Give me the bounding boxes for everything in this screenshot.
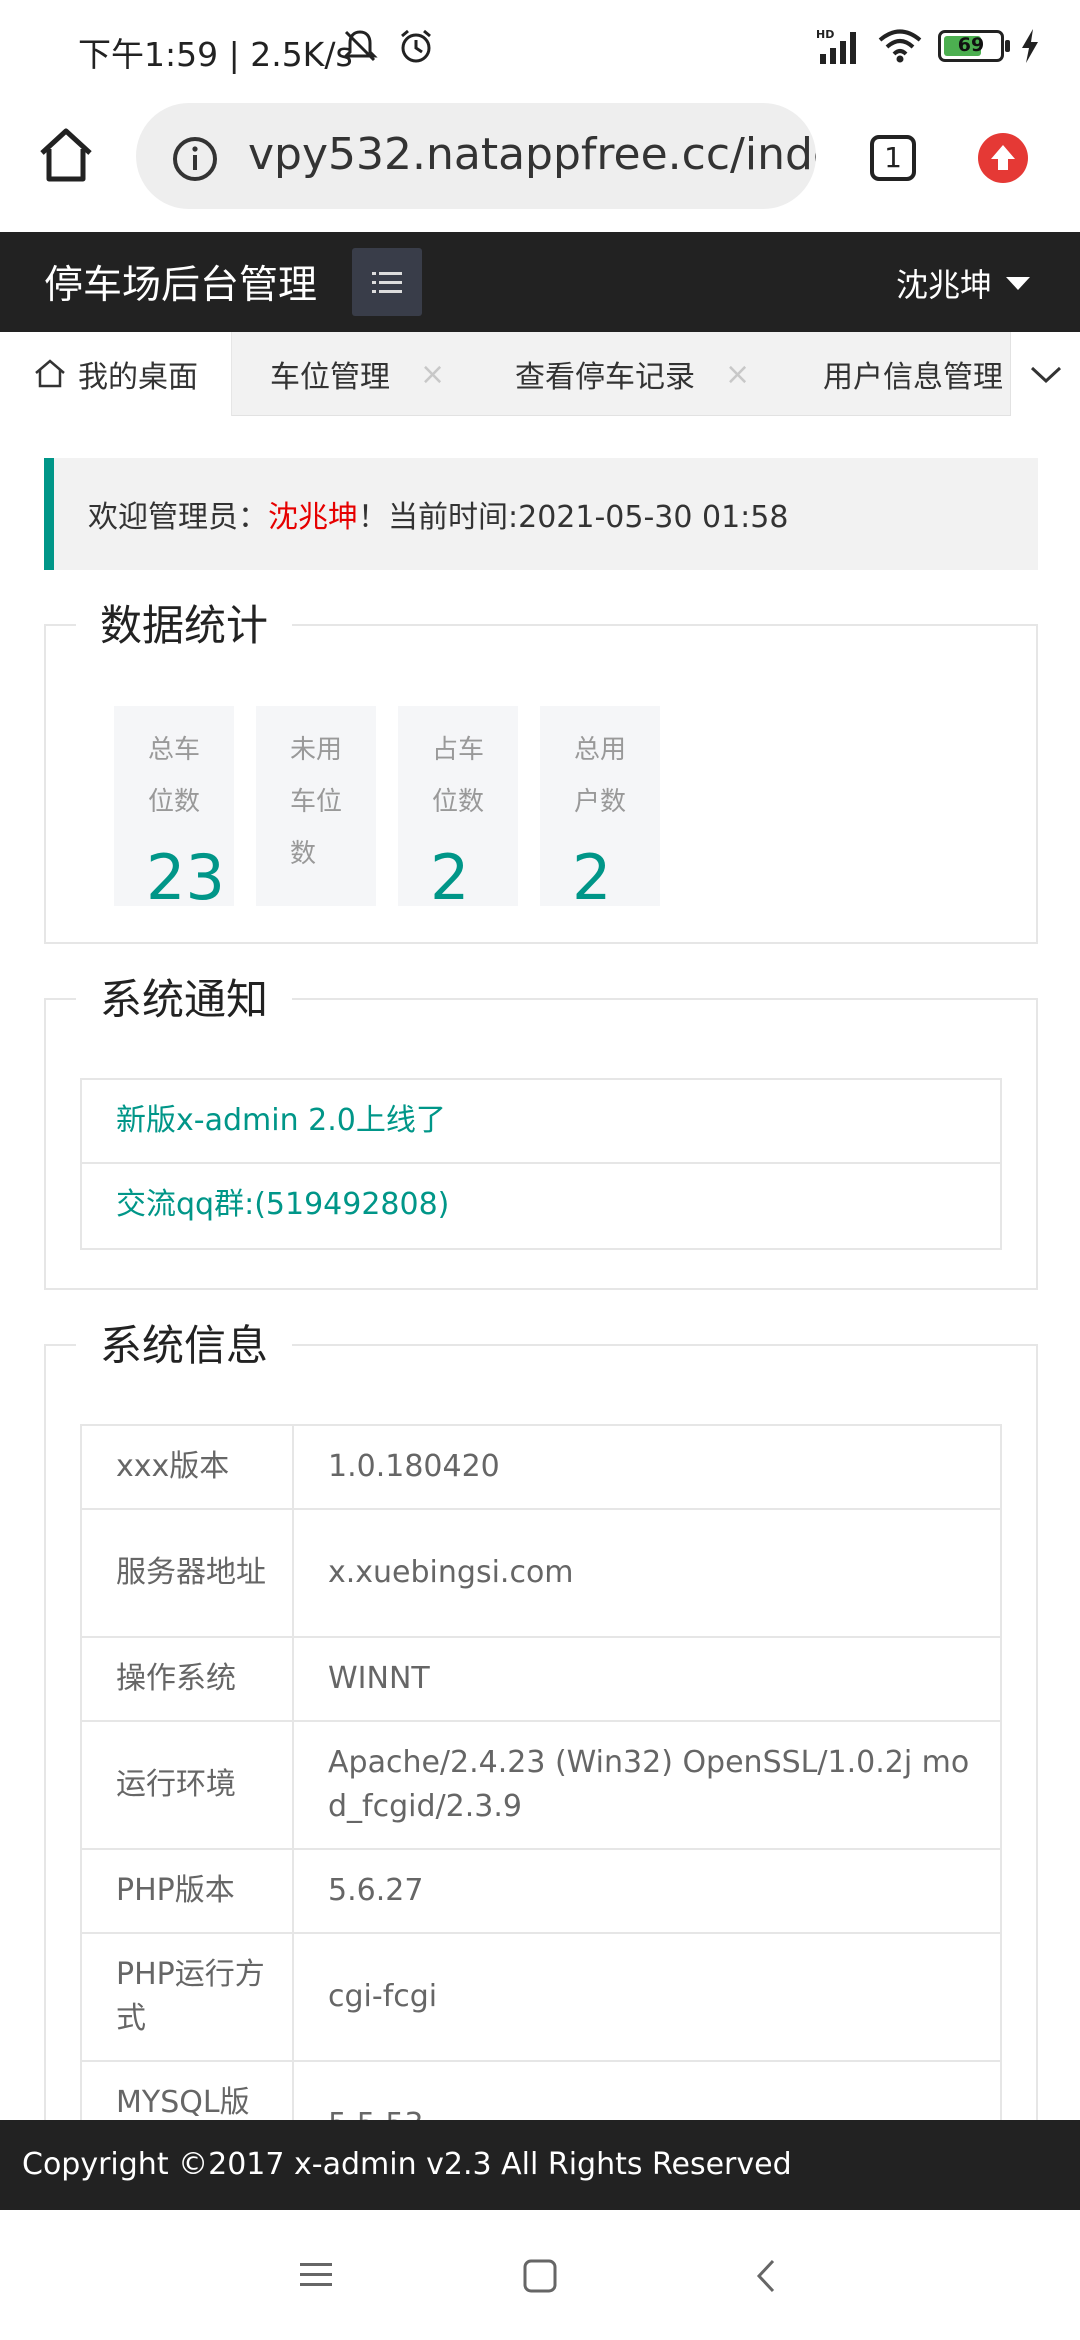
site-info-icon[interactable] [172, 136, 218, 182]
charging-icon [1022, 29, 1038, 63]
app-header: 停车场后台管理 沈兆坤 [0, 232, 1080, 332]
table-key: 服务器地址 [80, 1508, 294, 1638]
tab-switcher-button[interactable]: 1 [870, 135, 916, 181]
stat-label: 未用车位数 [290, 735, 343, 869]
tab-close-icon[interactable]: × [725, 357, 750, 392]
status-bar: 下午1:59 | 2.5K/s HD 69 [0, 0, 1080, 95]
battery-level: 69 [957, 34, 985, 56]
sysinfo-title: 系统信息 [76, 1314, 293, 1378]
table-key: xxx版本 [80, 1424, 294, 1510]
table-row: PHP运行方式 cgi-fcgi [80, 1932, 1002, 2062]
stat-label: 总用户数 [574, 735, 627, 817]
tab-label: 我的桌面 [78, 360, 198, 395]
sysinfo-table: xxx版本 1.0.180420 服务器地址 x.xuebingsi.com 操… [80, 1424, 1002, 2190]
table-value: 1.0.180420 [292, 1424, 1002, 1510]
welcome-admin-name: 沈兆坤 [268, 500, 358, 535]
table-value: Apache/2.4.23 (Win32) OpenSSL/1.0.2j mod… [292, 1720, 1002, 1850]
table-key: 操作系统 [80, 1636, 294, 1722]
stats-panel: 数据统计 总车位数 23 未用车位数 占车位数 2 总用户数 2 [44, 594, 1038, 944]
home-nav-icon[interactable] [522, 2258, 558, 2294]
table-row: 操作系统 WINNT [80, 1636, 1002, 1722]
svg-text:HD: HD [816, 28, 834, 41]
system-nav-bar [0, 2210, 1080, 2340]
stat-value: 2 [430, 841, 470, 914]
mute-icon [342, 30, 378, 62]
tab-desktop[interactable]: 我的桌面 [0, 332, 232, 416]
address-bar[interactable]: vpy532.natappfree.cc/index [136, 103, 816, 209]
battery-icon: 69 [938, 30, 1010, 62]
table-value: cgi-fcgi [292, 1932, 1002, 2062]
status-time: 下午1:59 | 2.5K/s [78, 35, 353, 74]
chevron-down-icon [1030, 366, 1061, 384]
user-name[interactable]: 沈兆坤 [896, 260, 992, 306]
signal-hd-icon: HD [816, 28, 856, 64]
tab-parking-records[interactable]: 查看停车记录 × [515, 332, 750, 416]
table-key: 运行环境 [80, 1720, 294, 1850]
tab-label: 车位管理 [270, 360, 390, 395]
wifi-icon [878, 29, 922, 63]
tab-bar: 我的桌面 车位管理 × 查看停车记录 × 用户信息管理 [0, 332, 1080, 416]
menu-list-icon [372, 272, 402, 293]
table-value: WINNT [292, 1636, 1002, 1722]
stat-total-users[interactable]: 总用户数 2 [540, 706, 660, 914]
table-row: PHP版本 5.6.27 [80, 1848, 1002, 1934]
notice-title: 系统通知 [76, 968, 293, 1032]
notice-list: 新版x-admin 2.0上线了 交流qq群:(519492808) [80, 1078, 1002, 1250]
tab-user-info[interactable]: 用户信息管理 [823, 332, 1003, 416]
sysinfo-panel: 系统信息 xxx版本 1.0.180420 服务器地址 x.xuebingsi.… [44, 1314, 1038, 2204]
table-row: xxx版本 1.0.180420 [80, 1424, 1002, 1510]
tab-parking-space[interactable]: 车位管理 × [270, 332, 445, 416]
table-key: PHP运行方式 [80, 1932, 294, 2062]
notice-link[interactable]: 交流qq群:(519492808) [82, 1164, 1000, 1248]
notice-panel: 系统通知 新版x-admin 2.0上线了 交流qq群:(519492808) [44, 968, 1038, 1290]
stats-title: 数据统计 [76, 594, 293, 658]
recent-apps-icon[interactable] [298, 2260, 334, 2290]
app-logo[interactable]: 停车场后台管理 [44, 254, 317, 310]
notice-link[interactable]: 新版x-admin 2.0上线了 [82, 1080, 1000, 1164]
table-value: 5.6.27 [292, 1848, 1002, 1934]
welcome-prefix: 欢迎管理员： [88, 500, 268, 535]
update-icon[interactable] [978, 133, 1028, 183]
table-key: PHP版本 [80, 1848, 294, 1934]
welcome-time: ！当前时间:2021-05-30 01:58 [358, 500, 789, 535]
browser-toolbar: vpy532.natappfree.cc/index 1 [0, 95, 1080, 232]
home-outline-icon [35, 359, 65, 388]
stat-unused-spaces[interactable]: 未用车位数 [256, 706, 376, 906]
stat-total-spaces[interactable]: 总车位数 23 [114, 706, 234, 914]
tab-label: 用户信息管理 [823, 360, 1003, 395]
welcome-banner: 欢迎管理员： 沈兆坤 ！当前时间:2021-05-30 01:58 [44, 458, 1038, 570]
url-text[interactable]: vpy532.natappfree.cc/index [248, 129, 816, 180]
table-row: 运行环境 Apache/2.4.23 (Win32) OpenSSL/1.0.2… [80, 1720, 1002, 1850]
alarm-icon [401, 29, 431, 63]
stat-value: 23 [146, 841, 225, 914]
stat-label: 总车位数 [148, 735, 201, 817]
back-icon[interactable] [754, 2258, 778, 2294]
tab-more-button[interactable] [1010, 332, 1080, 416]
menu-toggle-button[interactable] [352, 248, 422, 316]
tab-label: 查看停车记录 [515, 360, 695, 395]
user-menu[interactable]: 沈兆坤 [896, 260, 1030, 306]
page-footer: Copyright ©2017 x-admin v2.3 All Rights … [0, 2120, 1080, 2210]
tab-close-icon[interactable]: × [420, 357, 445, 392]
table-row: 服务器地址 x.xuebingsi.com [80, 1508, 1002, 1638]
stat-value: 2 [572, 841, 612, 914]
stat-occupied-spaces[interactable]: 占车位数 2 [398, 706, 518, 914]
stat-label: 占车位数 [432, 735, 485, 817]
home-icon[interactable] [36, 125, 96, 185]
table-value: x.xuebingsi.com [292, 1508, 1002, 1638]
caret-down-icon [1006, 276, 1030, 290]
